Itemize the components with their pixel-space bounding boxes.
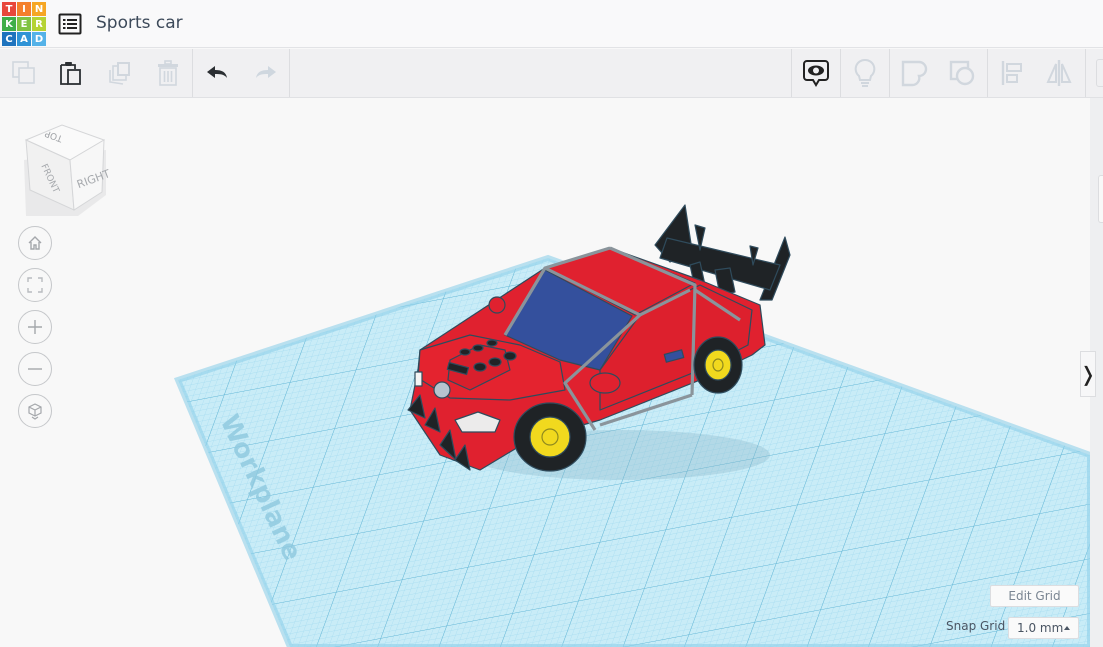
trash-icon [158, 60, 178, 86]
align-button[interactable] [988, 49, 1036, 97]
side-mirror [589, 372, 621, 394]
show-all-button[interactable] [792, 49, 840, 97]
logo-letter: K [2, 17, 16, 31]
paste-icon [60, 62, 81, 85]
toolbar-divider [1085, 49, 1086, 97]
snap-grid-label: Snap Grid [946, 619, 1006, 633]
list-icon [58, 13, 82, 35]
logo-letter: A [17, 32, 31, 46]
home-view-button[interactable] [18, 226, 52, 260]
plus-icon [28, 320, 42, 334]
logo-letter: I [17, 2, 31, 16]
align-icon [1001, 61, 1022, 85]
paste-button[interactable] [47, 49, 95, 97]
ungroup-button[interactable] [938, 49, 986, 97]
right-panel-tab[interactable] [1098, 175, 1103, 223]
duplicate-icon [109, 62, 130, 85]
logo-letter: T [2, 2, 16, 16]
fit-view-button[interactable] [18, 268, 52, 302]
extra-tool-button[interactable] [1096, 59, 1103, 87]
logo-letter: R [32, 17, 46, 31]
design-list-button[interactable] [58, 12, 82, 36]
undo-icon [207, 66, 227, 78]
ungroup-icon [949, 60, 975, 86]
cube-icon [28, 403, 42, 420]
panel-toggle-button[interactable]: ❭ [1080, 351, 1096, 397]
chevron-right-icon: ❭ [1079, 363, 1097, 386]
duplicate-button[interactable] [96, 49, 144, 97]
eye-bubble-icon [803, 60, 829, 87]
redo-icon [256, 66, 276, 78]
group-button[interactable] [890, 49, 938, 97]
toolbar-divider [289, 49, 290, 97]
minus-icon [28, 368, 42, 370]
caret-up-icon [1064, 626, 1070, 630]
undo-button[interactable] [194, 49, 242, 97]
zoom-out-button[interactable] [18, 352, 52, 386]
tinkercad-logo[interactable]: TIN KER CAD [2, 2, 46, 46]
projection-button[interactable] [18, 394, 52, 428]
logo-letter: E [17, 17, 31, 31]
snap-grid-value: 1.0 mm [1017, 621, 1064, 635]
edit-grid-button[interactable]: Edit Grid [990, 585, 1079, 607]
headlight [433, 381, 451, 399]
fit-icon [27, 277, 43, 293]
lightbulb-icon [854, 58, 876, 87]
workplane-scene[interactable]: Workplane [0, 98, 1090, 647]
3d-viewport[interactable]: Workplane [0, 98, 1090, 647]
group-icon [901, 60, 928, 87]
zoom-in-button[interactable] [18, 310, 52, 344]
logo-letter: C [2, 32, 16, 46]
logo-letter: D [32, 32, 46, 46]
home-icon [28, 236, 42, 250]
header-bar: TIN KER CAD Sports car [0, 0, 1103, 48]
front-wheel [513, 402, 587, 472]
toolbar [0, 49, 1103, 98]
mirror-icon [1046, 60, 1072, 86]
redo-button[interactable] [241, 49, 289, 97]
copy-icon [12, 61, 35, 84]
mirror-button[interactable] [1035, 49, 1083, 97]
view-cube[interactable]: TOP FRONT RIGHT [18, 120, 112, 216]
copy-button[interactable] [0, 49, 48, 97]
notes-button[interactable] [841, 49, 889, 97]
toolbar-divider [192, 49, 193, 97]
design-title[interactable]: Sports car [96, 13, 183, 33]
snap-grid-select[interactable]: 1.0 mm [1008, 617, 1079, 639]
logo-letter: N [32, 2, 46, 16]
rear-wheel [693, 336, 743, 394]
delete-button[interactable] [144, 49, 192, 97]
tinkercad-app: TIN KER CAD Sports car Workplane TOP FRONT… [0, 0, 1103, 647]
